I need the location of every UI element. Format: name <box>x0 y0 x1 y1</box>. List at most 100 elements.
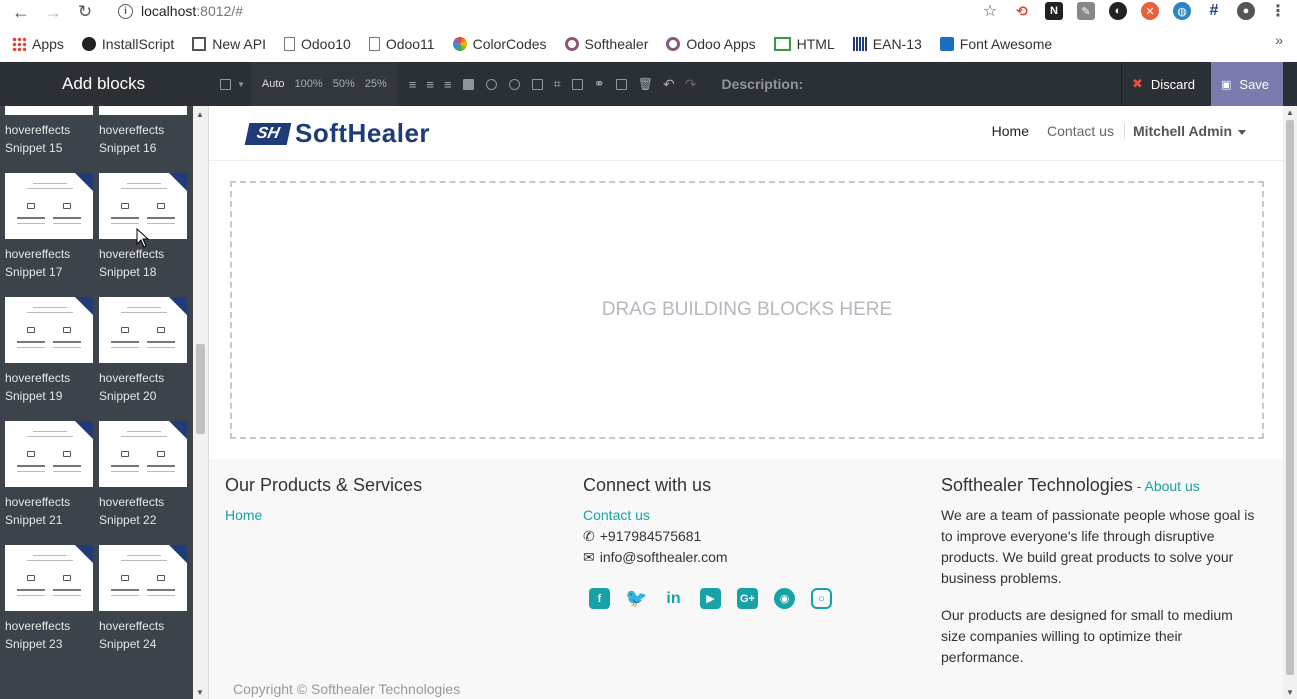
zoom-25[interactable]: 25% <box>365 78 387 90</box>
align-center-icon[interactable]: ≡ <box>426 77 434 92</box>
facebook-icon[interactable]: f <box>589 588 610 609</box>
placeholder-line <box>111 217 139 219</box>
bookmark-softhealer[interactable]: Softhealer <box>564 36 648 52</box>
site-menu: Home Contact us Mitchell Admin <box>974 123 1246 139</box>
snippet-block[interactable]: hovereffects Snippet 19 <box>5 297 93 405</box>
snippet-block[interactable]: hovereffects Snippet 24 <box>99 545 187 653</box>
snippet-block[interactable]: hovereffects Snippet 16 <box>99 106 187 157</box>
more-bookmarks-icon[interactable]: » <box>1275 32 1283 48</box>
google-plus-icon[interactable]: G+ <box>737 588 758 609</box>
page-scrollbar[interactable]: ▲ ▼ <box>1283 106 1297 699</box>
user-menu[interactable]: Mitchell Admin <box>1123 123 1246 139</box>
menu-dots-icon[interactable]: ⋮ <box>1269 2 1287 20</box>
camera-icon <box>27 327 35 333</box>
bookmark-font-awesome[interactable]: Font Awesome <box>939 36 1052 52</box>
linkedin-icon[interactable]: in <box>663 588 684 609</box>
align-left-icon[interactable]: ≡ <box>409 77 417 92</box>
shadow-icon[interactable] <box>508 78 520 90</box>
footer-company-title: Softhealer Technologies - About us <box>941 475 1261 496</box>
globe-icon[interactable]: ◍ <box>1173 2 1191 20</box>
block-icon[interactable]: ✕ <box>1141 2 1159 20</box>
snippet-label: hovereffects Snippet 23 <box>5 617 93 653</box>
bookmark-odoo11[interactable]: Odoo11 <box>368 36 435 52</box>
snippet-number: Snippet 24 <box>99 637 157 651</box>
discard-button[interactable]: ✖ Discard <box>1121 62 1211 106</box>
transform-icon[interactable] <box>571 78 583 90</box>
snippet-block[interactable]: hovereffects Snippet 21 <box>5 421 93 529</box>
bookmark-colorcodes[interactable]: ColorCodes <box>452 36 547 52</box>
circle-shape-icon[interactable] <box>485 78 497 90</box>
grid-ext-icon[interactable]: # <box>1205 2 1223 20</box>
page-scroll-thumb[interactable] <box>1286 120 1294 675</box>
book-icon <box>192 37 207 51</box>
grid-icon[interactable] <box>220 78 231 90</box>
zoom-auto[interactable]: Auto <box>262 78 285 90</box>
redo-icon[interactable]: ↷ <box>685 76 697 93</box>
placeholder-line <box>147 589 175 591</box>
star-icon[interactable]: ☆ <box>981 2 999 20</box>
footer-contact-link[interactable]: Contact us <box>583 505 832 526</box>
square-shape-icon[interactable] <box>462 78 474 90</box>
grid-dropdown[interactable]: ▼ <box>208 62 251 106</box>
extension-icon[interactable]: ⟲ <box>1013 2 1031 20</box>
forward-icon[interactable]: → <box>42 1 64 23</box>
scroll-up-icon[interactable]: ▲ <box>1286 108 1294 117</box>
bookmark-html[interactable]: HTML <box>773 36 835 52</box>
profile-icon[interactable]: ● <box>1237 2 1255 20</box>
sidebar-scrollbar[interactable]: ▲ ▼ <box>193 106 208 699</box>
info-icon[interactable]: i <box>118 3 133 19</box>
bookmark-label: Odoo10 <box>300 36 351 52</box>
site-logo[interactable]: SH SoftHealer <box>244 118 430 149</box>
drop-zone[interactable]: DRAG BUILDING BLOCKS HERE <box>230 181 1264 439</box>
menu-home[interactable]: Home <box>992 123 1029 139</box>
instagram-icon[interactable]: ○ <box>811 588 832 609</box>
brand-corner-badge <box>169 297 187 315</box>
snippet-block[interactable]: hovereffects Snippet 23 <box>5 545 93 653</box>
about-us-link[interactable]: About us <box>1144 478 1199 494</box>
align-right-icon[interactable]: ≡ <box>444 77 452 92</box>
snippet-block[interactable]: hovereffects Snippet 22 <box>99 421 187 529</box>
twitter-icon[interactable]: 🐦 <box>625 588 647 609</box>
image-icon[interactable] <box>531 78 543 90</box>
snippet-block[interactable]: hovereffects Snippet 18 <box>99 173 187 281</box>
bookmark-ean13[interactable]: EAN-13 <box>852 36 922 52</box>
replace-image-icon[interactable] <box>615 78 627 90</box>
snippet-block[interactable]: hovereffects Snippet 20 <box>99 297 187 405</box>
scroll-down-icon[interactable]: ▼ <box>196 688 204 697</box>
github-icon[interactable]: ◉ <box>774 588 795 609</box>
flag-icon <box>939 37 954 51</box>
bookmark-odoo-apps[interactable]: Odoo Apps <box>666 36 756 52</box>
sidebar-title: Add blocks <box>0 62 208 106</box>
snippet-name: hovereffects <box>99 123 165 137</box>
speed-icon[interactable]: ◐ <box>1109 2 1127 20</box>
bookmark-installscript[interactable]: InstallScript <box>81 36 174 52</box>
placeholder-line <box>111 223 139 224</box>
placeholder-line <box>111 471 139 472</box>
scroll-down-icon[interactable]: ▼ <box>1286 688 1294 697</box>
sidebar-scroll-thumb[interactable] <box>196 344 205 434</box>
placeholder-line <box>147 347 175 348</box>
footer-home-link[interactable]: Home <box>225 505 422 526</box>
menu-contact[interactable]: Contact us <box>1047 123 1114 139</box>
eyedropper-icon[interactable]: ✎ <box>1077 2 1095 20</box>
zoom-50[interactable]: 50% <box>333 78 355 90</box>
reload-icon[interactable]: ↻ <box>74 1 96 23</box>
snippet-block[interactable]: hovereffects Snippet 15 <box>5 106 93 157</box>
snippet-label: hovereffects Snippet 19 <box>5 369 93 405</box>
trash-icon[interactable]: 🗑 <box>638 77 653 91</box>
snippet-block[interactable]: hovereffects Snippet 17 <box>5 173 93 281</box>
bookmark-apps[interactable]: Apps <box>12 36 64 52</box>
undo-icon[interactable]: ↶ <box>663 76 675 93</box>
bookmark-new-api[interactable]: New API <box>192 36 266 52</box>
zoom-100[interactable]: 100% <box>295 78 323 90</box>
back-icon[interactable]: ← <box>10 1 32 23</box>
address-bar[interactable]: i localhost:8012/# <box>118 3 243 19</box>
scroll-up-icon[interactable]: ▲ <box>196 110 204 119</box>
crop-icon[interactable]: ⌗ <box>554 76 561 92</box>
link-icon[interactable]: ⚭ <box>594 76 605 92</box>
save-button[interactable]: ▣ Save <box>1211 62 1283 106</box>
bookmarks-bar: Apps InstallScript New API Odoo10 Odoo11… <box>0 32 1297 56</box>
bookmark-odoo10[interactable]: Odoo10 <box>283 36 351 52</box>
youtube-icon[interactable]: ▶ <box>700 588 721 609</box>
notion-icon[interactable]: N <box>1045 2 1063 20</box>
